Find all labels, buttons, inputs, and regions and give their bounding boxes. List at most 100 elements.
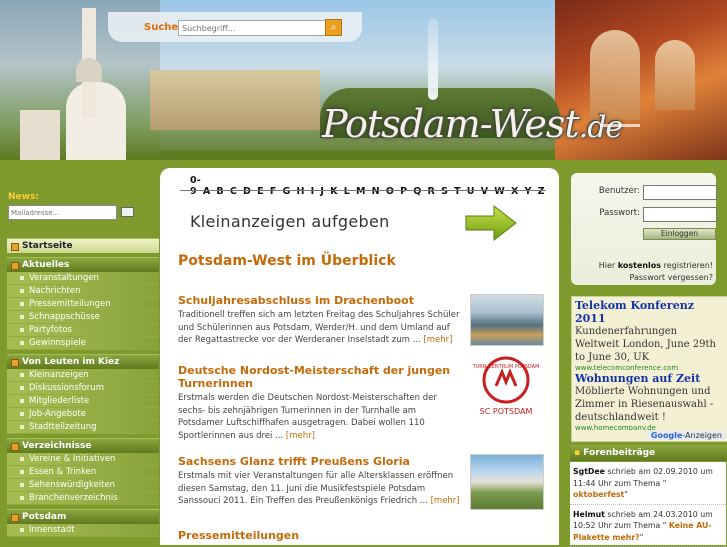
alphabet-link[interactable]: D <box>243 186 251 197</box>
nav-item-job-angebote[interactable]: Job-Angebote <box>7 408 159 421</box>
nav-section-startseite[interactable]: Startseite <box>7 238 159 253</box>
forum-post: SgtDee schrieb am 02.09.2010 um 11:44 Uh… <box>570 462 726 505</box>
alphabet-link[interactable]: E <box>257 186 264 197</box>
alphabet-link[interactable]: 0-9 <box>190 175 201 197</box>
nav-item-kleinanzeigen[interactable]: Kleinanzeigen <box>7 369 159 382</box>
article-item: Schuljahresabschluss im Drachenboot Trad… <box>178 294 462 347</box>
bullet-icon <box>11 359 19 367</box>
password-label: Passwort: <box>599 208 640 218</box>
nav-section-verzeichnisse[interactable]: Verzeichnisse <box>7 438 159 453</box>
bullet-icon <box>11 262 19 270</box>
alphabet-link[interactable]: H <box>297 186 305 197</box>
ad-title[interactable]: Telekom Konferenz 2011 <box>572 299 727 325</box>
alphabet-link[interactable]: Y <box>525 186 532 197</box>
login-box: Benutzer: Passwort: Einloggen Hier koste… <box>571 173 716 285</box>
login-button[interactable]: Einloggen <box>643 228 716 240</box>
nav-section-von-leuten-im-kiez[interactable]: Von Leuten im Kiez <box>7 354 159 369</box>
alphabet-link[interactable]: M <box>356 186 366 197</box>
article-title[interactable]: Sachsens Glanz trifft Preußens Gloria <box>178 455 462 468</box>
article-title[interactable]: Schuljahresabschluss im Drachenboot <box>178 294 462 307</box>
alphabet-link[interactable]: O <box>386 186 394 197</box>
article-teaser: Erstmals mit vier Veranstaltungen für al… <box>178 470 462 508</box>
article-thumbnail[interactable] <box>470 294 544 346</box>
site-logo[interactable]: Potsdam-West.de <box>322 102 622 146</box>
nav-section-potsdam[interactable]: Potsdam <box>7 509 159 524</box>
nav-item-innenstadt[interactable]: Innenstadt <box>7 524 159 537</box>
main-content: 0-9ABCDEFGHIJKLMNOPQRSTUVWXYZ Kleinanzei… <box>160 168 559 545</box>
alphabet-link[interactable]: S <box>441 186 448 197</box>
alphabet-link[interactable]: Z <box>538 186 545 197</box>
nav-item-mitgliederliste[interactable]: Mitgliederliste <box>7 395 159 408</box>
article-title[interactable]: Pressemitteilungen <box>178 529 462 542</box>
article-item: Sachsens Glanz trifft Preußens Gloria Er… <box>178 455 462 508</box>
alphabet-link[interactable]: N <box>372 186 380 197</box>
nav-item-branchenverzeichnis[interactable]: Branchenverzeichnis <box>7 492 159 505</box>
nav-item-vereine[interactable]: Vereine & Initiativen <box>7 453 159 466</box>
bullet-icon <box>11 243 19 251</box>
nav-item-schnappschuesse[interactable]: Schnappschüsse <box>7 311 159 324</box>
article-item: Deutsche Nordost-Meisterschaft der junge… <box>178 364 462 442</box>
forum-posts-list: SgtDee schrieb am 02.09.2010 um 11:44 Uh… <box>570 462 726 545</box>
alphabet-link[interactable]: U <box>467 186 475 197</box>
forum-post-user[interactable]: Helmut <box>573 510 605 519</box>
forum-post-topic[interactable]: oktoberfest <box>573 490 624 499</box>
username-label: Benutzer: <box>599 186 640 196</box>
magnifier-icon: ⌕ <box>331 22 337 33</box>
google-ads: Telekom Konferenz 2011 Kundenerfahrungen… <box>571 296 727 442</box>
article-teaser: Traditionell treffen sich am letzten Fre… <box>178 309 462 347</box>
read-more-link[interactable]: [mehr] <box>431 496 460 506</box>
alphabet-link[interactable]: P <box>400 186 407 197</box>
nav-item-pressemitteilungen[interactable]: Pressemitteilungen <box>7 298 159 311</box>
search-input[interactable] <box>178 20 332 36</box>
nav-item-essen-trinken[interactable]: Essen & Trinken <box>7 466 159 479</box>
search-button[interactable]: ⌕ <box>325 19 342 36</box>
alphabet-link[interactable]: L <box>344 186 350 197</box>
nav-item-stadtteilzeitung[interactable]: Stadtteilzeitung <box>7 421 159 434</box>
envelope-icon[interactable] <box>121 207 134 217</box>
password-input[interactable] <box>643 207 717 222</box>
forum-post-user[interactable]: SgtDee <box>573 467 605 476</box>
nav-item-gewinnspiele[interactable]: Gewinnspiele <box>7 337 159 350</box>
alphabet-link[interactable]: A <box>203 186 211 197</box>
ad-url[interactable]: www.homecompany.de <box>572 424 727 430</box>
alphabet-link[interactable]: G <box>283 186 291 197</box>
article-teaser: Erstmals werden die Deutschen Nordost-Me… <box>178 392 462 442</box>
sc-potsdam-logo[interactable]: TURN-ZENTRUM POTSDAM SC POTSDAM <box>470 354 542 420</box>
article-title[interactable]: Deutsche Nordost-Meisterschaft der junge… <box>178 364 462 390</box>
alphabet-link[interactable]: B <box>216 186 223 197</box>
read-more-link[interactable]: [mehr] <box>286 431 315 441</box>
username-input[interactable] <box>643 185 717 200</box>
forum-post: Helmut schrieb am 24.03.2010 um 10:52 Uh… <box>570 505 726 547</box>
nav-section-aktuelles[interactable]: Aktuelles <box>7 257 159 272</box>
alphabet-link[interactable]: X <box>511 186 519 197</box>
register-links[interactable]: Hier kostenlos registrieren! Passwort ve… <box>585 260 713 284</box>
alphabet-link[interactable]: R <box>428 186 436 197</box>
read-more-link[interactable]: [mehr] <box>423 335 452 345</box>
nav-item-diskussionsforum[interactable]: Diskussionsforum <box>7 382 159 395</box>
alphabet-link[interactable]: T <box>454 186 461 197</box>
alphabet-link[interactable]: F <box>270 186 277 197</box>
alphabet-link[interactable]: K <box>330 186 338 197</box>
page-title: Potsdam-West im Überblick <box>178 253 396 269</box>
ad-title[interactable]: Wohnungen auf Zeit <box>572 372 727 385</box>
brand-tld: .de <box>579 110 623 145</box>
article-thumbnail[interactable] <box>470 454 544 510</box>
newsletter-email-input[interactable] <box>8 205 117 220</box>
nav-item-partyfotos[interactable]: Partyfotos <box>7 324 159 337</box>
ad-url[interactable]: www.telecomconference.com <box>572 364 727 370</box>
ads-by-google[interactable]: Google-Anzeigen <box>648 431 725 440</box>
nav-item-sehenswuerdigkeiten[interactable]: Sehenswürdigkeiten <box>7 479 159 492</box>
alphabet-link[interactable]: V <box>481 186 489 197</box>
header-fountain <box>428 18 438 100</box>
alphabet-link[interactable]: W <box>494 186 505 197</box>
nav-item-veranstaltungen[interactable]: Veranstaltungen <box>7 272 159 285</box>
alphabet-link[interactable]: I <box>311 186 315 197</box>
alphabet-link[interactable]: C <box>230 186 237 197</box>
alphabet-link[interactable]: Q <box>413 186 421 197</box>
nav-item-nachrichten[interactable]: Nachrichten <box>7 285 159 298</box>
alphabet-link[interactable]: J <box>320 186 324 197</box>
search-bar: Suche: ⌕ <box>108 12 362 42</box>
classifieds-banner-link[interactable]: Kleinanzeigen aufgeben <box>190 212 390 231</box>
forum-posts-header: Forenbeiträge <box>570 445 727 461</box>
arrow-right-icon[interactable] <box>464 204 518 242</box>
